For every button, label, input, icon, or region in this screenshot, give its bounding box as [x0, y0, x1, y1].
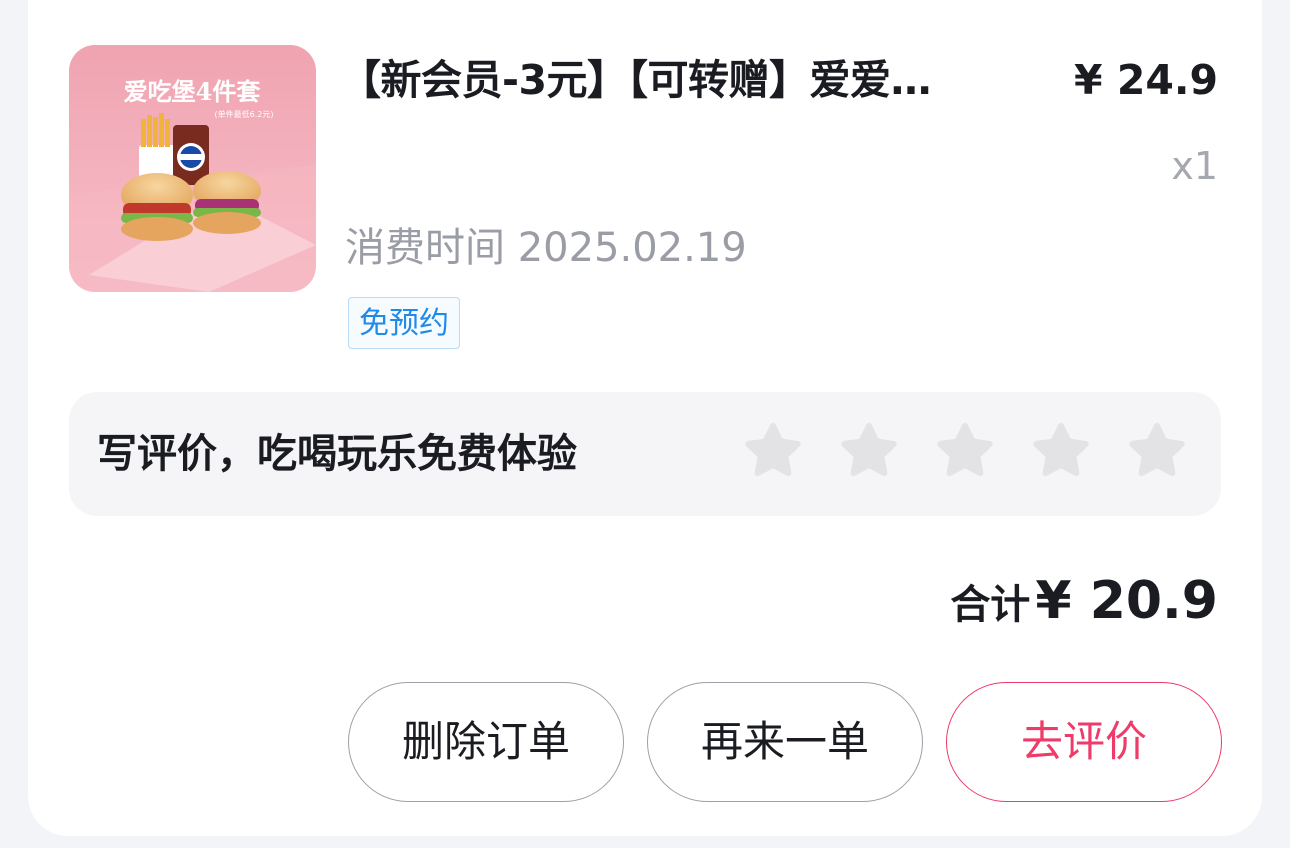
- total-value: ¥ 20.9: [1035, 571, 1218, 631]
- combo-meal-image: 爱吃堡4件套 (单件最低6.2元): [69, 45, 316, 292]
- review-prompt-box[interactable]: 写评价，吃喝玩乐免费体验: [69, 392, 1221, 516]
- product-price: ¥ 24.9: [1074, 56, 1218, 104]
- review-prompt-text: 写评价，吃喝玩乐免费体验: [97, 431, 577, 477]
- product-image[interactable]: 爱吃堡4件套 (单件最低6.2元): [69, 45, 316, 292]
- svg-text:爱吃堡4件套: 爱吃堡4件套: [124, 77, 262, 106]
- consume-time: 消费时间 2025.02.19: [345, 225, 747, 271]
- star-icon-2[interactable]: [839, 422, 899, 482]
- star-icon-1[interactable]: [743, 422, 803, 482]
- star-icon-3[interactable]: [935, 422, 995, 482]
- reorder-button[interactable]: 再来一单: [647, 682, 923, 802]
- product-title[interactable]: 【新会员-3元】【可转赠】爱爱…: [340, 52, 1000, 108]
- product-quantity: x1: [1171, 144, 1218, 188]
- no-reservation-tag: 免预约: [348, 297, 460, 349]
- rating-stars: [743, 422, 1187, 482]
- order-total: 合计 ¥ 20.9: [950, 568, 1218, 646]
- svg-text:(单件最低6.2元): (单件最低6.2元): [215, 109, 274, 119]
- star-icon-4[interactable]: [1031, 422, 1091, 482]
- star-icon-5[interactable]: [1127, 422, 1187, 482]
- total-label: 合计: [950, 582, 1031, 628]
- write-review-button[interactable]: 去评价: [946, 682, 1222, 802]
- delete-order-button[interactable]: 删除订单: [348, 682, 624, 802]
